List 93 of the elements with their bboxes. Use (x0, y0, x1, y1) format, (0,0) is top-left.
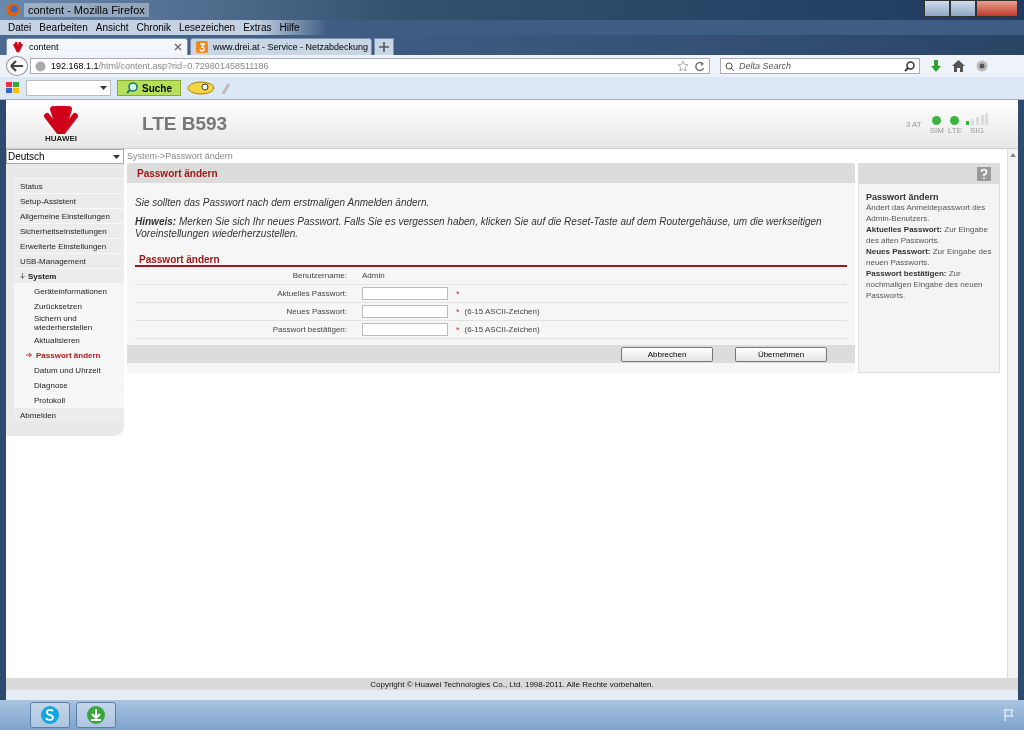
help-text: Neues Passwort: Zur Eingabe des neuen Passworts. (866, 246, 992, 268)
required-mark: * (456, 306, 460, 317)
search-button[interactable]: Suche (117, 80, 181, 96)
help-text: Ändert das Anmeldepasswort des Admin-Benutzers. (866, 202, 987, 224)
help-text: Passwort bestätigen: Zur nochmaligen Eingabe des neuen Passworts. (866, 268, 984, 301)
minimize-button[interactable] (924, 0, 950, 17)
close-button[interactable] (976, 0, 1018, 17)
sidebar-item[interactable]: Protokoll (14, 392, 124, 407)
operator-name: 3 AT (905, 120, 922, 129)
caret-icon (113, 154, 120, 159)
password-field[interactable] (362, 323, 448, 336)
search-field[interactable]: Delta Search (720, 58, 920, 74)
browser-tab[interactable]: www.drei.at - Service - Netzabdeckung (190, 38, 372, 55)
copyright-text: Copyright © Huawei Technologies Co., Ltd. 1998-2011. Alle Rechte vorbehalten. (6, 678, 1018, 690)
intro-text: Sie sollten das Passwort nach dem erstmaligen Anmelden ändern. (135, 197, 431, 208)
search-icon (126, 82, 138, 94)
sidebar-item[interactable]: Sicherheitseinstellungen (14, 223, 124, 238)
search-icon[interactable] (904, 61, 915, 72)
sidebar-item[interactable]: Aktualisieren (14, 332, 124, 347)
required-mark: * (456, 288, 460, 299)
language-select[interactable]: Deutsch (6, 149, 124, 164)
window-title: content - Mozilla Firefox (24, 3, 149, 17)
status-label: SIM (929, 126, 944, 135)
taskbar-button[interactable] (76, 702, 116, 728)
menu-item[interactable]: Hilfe (279, 22, 300, 33)
hint-text: Hinweis: Merken Sie sich Ihr neues Passwort. Falls Sie es vergessen haben, klicken Sie auf die Reset-Taste auf dem Routergehäuse, um die werkseitigen Voreinstellungen wiederherzustellen. (135, 216, 823, 240)
status-label: SIG (970, 126, 984, 135)
form-button[interactable]: Übernehmen (735, 346, 827, 362)
address-field[interactable]: 192.168.1.1/html/content.asp?rid=0.729801458511186 (30, 58, 710, 74)
arrow-icon (26, 352, 33, 358)
star-icon[interactable] (677, 60, 689, 72)
sidebar-item[interactable]: Setup-Assistent (14, 193, 124, 208)
field-label: Neues Passwort: (285, 307, 347, 316)
section-title: Passwort ändern (135, 254, 847, 267)
field-hint: (6-15 ASCII-Zeichen) (464, 307, 540, 316)
password-field[interactable] (362, 287, 448, 300)
sidebar-item[interactable]: Datum und Uhrzeit (14, 362, 124, 377)
form-button[interactable]: Abbrechen (621, 346, 713, 362)
globe-icon (35, 60, 46, 72)
sidebar-item[interactable]: Erweiterte Einstellungen (14, 238, 124, 253)
grid-icon[interactable] (6, 82, 20, 94)
help-icon[interactable] (977, 167, 991, 181)
breadcrumb: System->Passwort ändern (127, 150, 234, 163)
panel-title: Passwort ändern (127, 163, 855, 183)
close-icon[interactable] (174, 43, 182, 51)
help-text: Aktuelles Passwort: Zur Eingabe des alten Passworts. (866, 224, 989, 246)
sidebar-item[interactable]: USB-Management (14, 253, 124, 268)
flower-logo-icon (41, 105, 81, 134)
password-field[interactable] (362, 305, 448, 318)
download-icon (86, 705, 106, 725)
flower-icon (12, 41, 24, 53)
three-icon (196, 41, 208, 53)
field-label: Passwort bestätigen: (271, 325, 347, 334)
back-arrow-icon (10, 60, 24, 72)
url-host: 192.168.1.1 (51, 61, 99, 71)
back-button[interactable] (6, 56, 28, 76)
menu-item[interactable]: Lesezeichen (179, 22, 236, 33)
maximize-button[interactable] (950, 0, 976, 17)
field-value: Admin (362, 271, 385, 280)
download-arrow-icon[interactable] (930, 59, 942, 73)
brand-logo: HUAWEI (45, 133, 77, 143)
browser-tab[interactable]: content (6, 38, 188, 55)
menu-item[interactable]: Datei (8, 22, 32, 33)
scrollbar[interactable] (1007, 149, 1018, 678)
sidebar-item[interactable]: System (14, 268, 124, 283)
field-label: Benutzername: (291, 271, 347, 280)
plus-icon (379, 42, 389, 52)
home-icon[interactable] (952, 60, 965, 72)
chat-app-icon (40, 705, 60, 725)
scroll-up-icon (1010, 153, 1016, 157)
sidebar-item[interactable]: Passwort ändern (14, 347, 124, 362)
field-label: Aktuelles Passwort: (276, 289, 347, 298)
status-label: LTE (947, 126, 962, 135)
menu-item[interactable]: Chronik (136, 22, 171, 33)
required-mark: * (456, 324, 460, 335)
help-title: Passwort ändern (866, 192, 940, 202)
taskbar-button[interactable] (30, 702, 70, 728)
sidebar-item[interactable]: Allgemeine Einstellungen (14, 208, 124, 223)
url-path: /html/content.asp?rid=0.729801458511186 (98, 61, 269, 71)
sidebar-item[interactable]: Diagnose (14, 377, 124, 392)
menu-item[interactable]: Bearbeiten (39, 22, 88, 33)
menu-item[interactable]: Extras (243, 22, 272, 33)
sidebar-item[interactable]: Zurücksetzen (14, 298, 124, 313)
reload-icon[interactable] (694, 60, 705, 72)
signal-bars-icon (966, 113, 988, 125)
new-tab-button[interactable] (374, 38, 394, 55)
search-icon (725, 62, 734, 71)
menu-item[interactable]: Ansicht (95, 22, 129, 33)
sidebar-item[interactable]: Geräteinformationen (14, 283, 124, 298)
sidebar-item[interactable]: Sichern und wiederherstellen (14, 313, 124, 332)
field-hint: (6-15 ASCII-Zeichen) (464, 325, 540, 334)
product-name: LTE B593 (142, 113, 228, 135)
caret-icon (100, 86, 107, 90)
